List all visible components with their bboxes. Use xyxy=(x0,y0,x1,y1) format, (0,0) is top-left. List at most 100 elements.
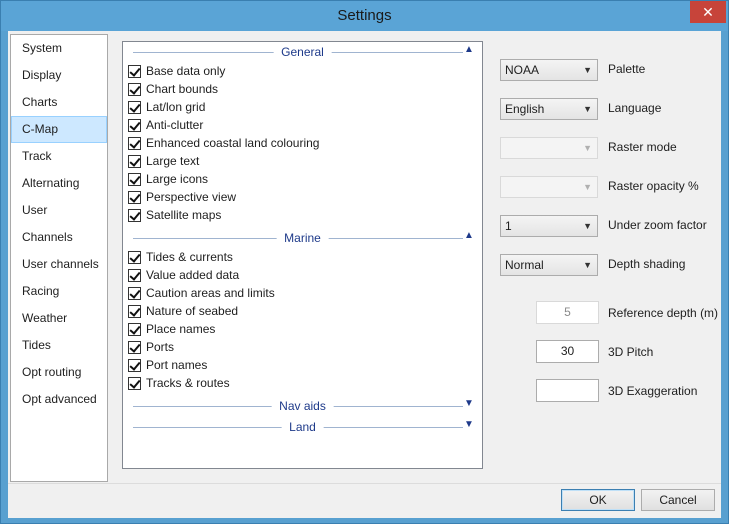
under-zoom-select[interactable]: 1 ▼ xyxy=(500,215,598,237)
exaggeration-3d-input[interactable] xyxy=(536,379,599,402)
chevron-down-icon[interactable]: ▼ xyxy=(463,398,475,412)
checkbox-box[interactable] xyxy=(128,268,141,282)
nav-item-user[interactable]: User xyxy=(11,197,107,224)
raster-opacity-select[interactable]: ▼ xyxy=(500,176,598,198)
checkbox-label: Lat/lon grid xyxy=(146,100,206,114)
reference-depth-input[interactable]: 5 xyxy=(536,301,599,324)
close-button[interactable]: ✕ xyxy=(690,1,726,23)
window-title: Settings xyxy=(337,7,392,24)
nav-item-charts[interactable]: Charts xyxy=(11,89,107,116)
chevron-up-icon[interactable]: ▲ xyxy=(463,44,475,58)
language-select[interactable]: English ▼ xyxy=(500,98,598,120)
checkbox-ports[interactable]: Ports xyxy=(123,338,482,356)
chevron-up-icon[interactable]: ▲ xyxy=(463,230,475,244)
nav-item-track[interactable]: Track xyxy=(11,143,107,170)
checkbox-box[interactable] xyxy=(128,322,141,336)
section-navaids-title: Nav aids xyxy=(271,399,334,413)
chart-layers-panel: General ▲ Base data only Chart bounds La… xyxy=(122,41,483,469)
nav-item-system[interactable]: System xyxy=(11,35,107,62)
palette-select[interactable]: NOAA ▼ xyxy=(500,59,598,81)
checkbox-label: Perspective view xyxy=(146,190,237,204)
ok-button[interactable]: OK xyxy=(561,489,635,511)
checkbox-box[interactable] xyxy=(128,64,141,78)
checkbox-box[interactable] xyxy=(128,154,141,168)
checkbox-box[interactable] xyxy=(128,82,141,96)
checkbox-satellite-maps[interactable]: Satellite maps xyxy=(123,206,482,224)
checkbox-base-data-only[interactable]: Base data only xyxy=(123,62,482,80)
checkbox-chart-bounds[interactable]: Chart bounds xyxy=(123,80,482,98)
chevron-down-icon: ▼ xyxy=(583,260,592,270)
depth-shading-select[interactable]: Normal ▼ xyxy=(500,254,598,276)
checkbox-box[interactable] xyxy=(128,376,141,390)
nav-item-weather[interactable]: Weather xyxy=(11,305,107,332)
raster-mode-label: Raster mode xyxy=(608,140,677,154)
checkbox-box[interactable] xyxy=(128,136,141,150)
under-zoom-label: Under zoom factor xyxy=(608,218,707,232)
cancel-button[interactable]: Cancel xyxy=(641,489,715,511)
section-general-header[interactable]: General ▲ xyxy=(123,42,482,62)
nav-item-user-channels[interactable]: User channels xyxy=(11,251,107,278)
section-general-title: General xyxy=(273,45,332,59)
checkbox-box[interactable] xyxy=(128,304,141,318)
pitch-3d-label: 3D Pitch xyxy=(608,345,654,359)
settings-category-list: System Display Charts C-Map Track Altern… xyxy=(10,34,108,482)
checkbox-box[interactable] xyxy=(128,118,141,132)
section-land-header[interactable]: Land ▼ xyxy=(123,417,482,437)
nav-item-racing[interactable]: Racing xyxy=(11,278,107,305)
checkbox-enhanced-coastal[interactable]: Enhanced coastal land colouring xyxy=(123,134,482,152)
checkbox-perspective-view[interactable]: Perspective view xyxy=(123,188,482,206)
checkbox-label: Ports xyxy=(146,340,175,354)
title-bar[interactable]: Settings ✕ xyxy=(1,1,728,31)
checkbox-box[interactable] xyxy=(128,100,141,114)
checkbox-box[interactable] xyxy=(128,172,141,186)
checkbox-box[interactable] xyxy=(128,250,141,264)
chevron-down-icon[interactable]: ▼ xyxy=(463,419,475,433)
section-navaids-header[interactable]: Nav aids ▼ xyxy=(123,396,482,416)
close-icon: ✕ xyxy=(702,4,714,20)
nav-item-alternating[interactable]: Alternating xyxy=(11,170,107,197)
nav-item-channels[interactable]: Channels xyxy=(11,224,107,251)
language-label: Language xyxy=(608,101,662,115)
palette-row: NOAA ▼ xyxy=(500,59,598,81)
exaggeration-3d-label: 3D Exaggeration xyxy=(608,384,698,398)
settings-window: Settings ✕ System Display Charts C-Map T… xyxy=(0,0,729,524)
checkbox-value-added-data[interactable]: Value added data xyxy=(123,266,482,284)
raster-opacity-label: Raster opacity % xyxy=(608,179,699,193)
nav-item-display[interactable]: Display xyxy=(11,62,107,89)
chevron-down-icon: ▼ xyxy=(583,65,592,75)
palette-value: NOAA xyxy=(505,63,540,77)
checkbox-place-names[interactable]: Place names xyxy=(123,320,482,338)
checkbox-caution-areas[interactable]: Caution areas and limits xyxy=(123,284,482,302)
palette-label: Palette xyxy=(608,62,646,76)
nav-item-c-map[interactable]: C-Map xyxy=(11,116,107,143)
depth-shading-label: Depth shading xyxy=(608,257,686,271)
checkbox-box[interactable] xyxy=(128,286,141,300)
nav-item-tides[interactable]: Tides xyxy=(11,332,107,359)
checkbox-box[interactable] xyxy=(128,340,141,354)
checkbox-box[interactable] xyxy=(128,208,141,222)
nav-item-opt-routing[interactable]: Opt routing xyxy=(11,359,107,386)
checkbox-large-text[interactable]: Large text xyxy=(123,152,482,170)
raster-mode-select[interactable]: ▼ xyxy=(500,137,598,159)
checkbox-port-names[interactable]: Port names xyxy=(123,356,482,374)
checkbox-nature-of-seabed[interactable]: Nature of seabed xyxy=(123,302,482,320)
checkbox-tides-currents[interactable]: Tides & currents xyxy=(123,248,482,266)
checkbox-tracks-routes[interactable]: Tracks & routes xyxy=(123,374,482,392)
depth-shading-row: Normal ▼ xyxy=(500,254,598,276)
checkbox-label: Caution areas and limits xyxy=(146,286,275,300)
checkbox-box[interactable] xyxy=(128,358,141,372)
depth-shading-value: Normal xyxy=(505,258,544,272)
checkbox-lat-lon-grid[interactable]: Lat/lon grid xyxy=(123,98,482,116)
checkbox-large-icons[interactable]: Large icons xyxy=(123,170,482,188)
section-marine-header[interactable]: Marine ▲ xyxy=(123,228,482,248)
nav-item-opt-advanced[interactable]: Opt advanced xyxy=(11,386,107,413)
checkbox-label: Tracks & routes xyxy=(146,376,230,390)
section-marine-title: Marine xyxy=(276,231,329,245)
checkbox-label: Chart bounds xyxy=(146,82,219,96)
checkbox-label: Base data only xyxy=(146,64,226,78)
checkbox-label: Anti-clutter xyxy=(146,118,204,132)
checkbox-box[interactable] xyxy=(128,190,141,204)
checkbox-anti-clutter[interactable]: Anti-clutter xyxy=(123,116,482,134)
section-land-title: Land xyxy=(281,420,324,434)
pitch-3d-input[interactable]: 30 xyxy=(536,340,599,363)
